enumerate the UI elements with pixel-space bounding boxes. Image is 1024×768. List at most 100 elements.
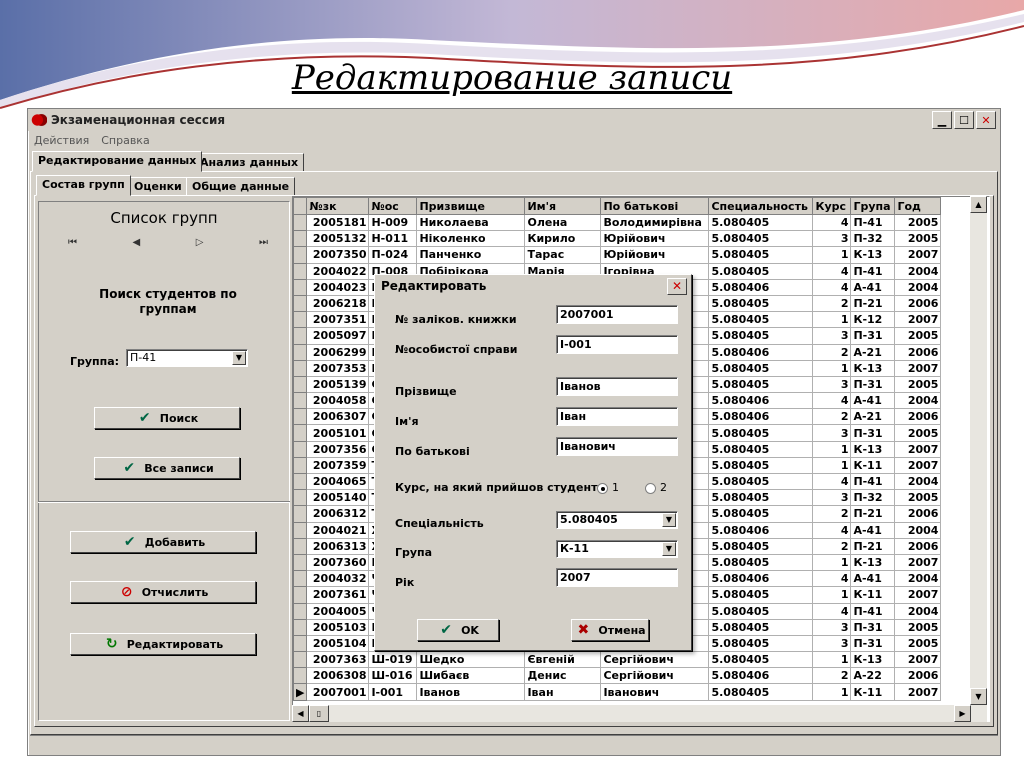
table-cell[interactable]: А-21 [850,408,896,426]
table-cell[interactable]: Н-009 [368,213,418,232]
table-cell[interactable]: А-41 [850,392,896,410]
vertical-scrollbar[interactable]: ▲ ▼ [970,196,987,722]
table-cell[interactable]: 1 [812,359,852,377]
table-cell[interactable]: 2005132 [306,230,370,248]
column-header[interactable]: Призвище [416,197,526,215]
table-cell[interactable]: П-32 [850,230,896,248]
tab-grades[interactable]: Оценки [128,177,188,196]
table-cell[interactable]: 2007001 [306,683,370,701]
table-cell[interactable]: Іванович [600,683,710,701]
table-cell[interactable]: Ніколенко [416,230,526,248]
scroll-thumb[interactable]: ▯ [309,705,329,722]
table-cell[interactable]: 2007350 [306,246,370,264]
table-cell[interactable]: А-41 [850,278,896,296]
column-header[interactable]: №ос [368,197,418,215]
table-cell[interactable]: 2007 [894,553,942,572]
group-select[interactable]: П-41 ▼ [126,349,248,367]
table-cell[interactable]: 5.080405 [708,440,814,458]
table-cell[interactable]: 5.080405 [708,586,814,604]
tab-edit-data[interactable]: Редактирование данных [32,151,203,172]
table-cell[interactable]: 2004023 [306,278,370,296]
table-cell[interactable]: Кирило [524,230,602,248]
table-cell[interactable]: 2004 [894,570,942,588]
table-row[interactable]: 2007350 П-024 Панченко Тарас Юрійович 5.08040… [293,246,942,264]
chevron-down-icon[interactable]: ▼ [232,351,246,365]
table-cell[interactable]: 5.080406 [708,570,814,588]
row-indicator[interactable] [293,327,308,345]
table-cell[interactable]: Ш-016 [368,667,418,685]
specialty-select[interactable]: 5.080405 ▼ [556,511,678,529]
table-cell[interactable]: 2006312 [306,505,370,523]
table-cell[interactable]: 2004022 [306,262,370,280]
table-cell[interactable]: 5.080405 [708,602,814,620]
add-button[interactable]: ✔ Добавить [70,531,256,553]
table-cell[interactable]: 2005097 [306,327,370,345]
table-cell[interactable]: 1 [812,456,852,475]
table-cell[interactable]: К-11 [850,586,896,604]
table-cell[interactable]: 2005 [894,618,942,636]
table-cell[interactable]: К-13 [850,553,896,572]
table-cell[interactable]: П-31 [850,424,896,442]
table-cell[interactable]: 5.080406 [708,392,814,410]
table-cell[interactable]: 1 [812,246,852,264]
table-cell[interactable]: Юрійович [600,230,710,248]
table-cell[interactable]: 2005139 [306,375,370,394]
personal-file-input[interactable]: І-001 [556,335,678,354]
table-cell[interactable]: Н-011 [368,230,418,248]
tab-groups[interactable]: Состав групп [36,175,131,196]
table-cell[interactable]: 1 [812,553,852,572]
chevron-down-icon[interactable]: ▼ [662,542,676,556]
table-cell[interactable]: 2007360 [306,553,370,572]
table-cell[interactable]: 2007359 [306,456,370,475]
table-cell[interactable]: 2006307 [306,408,370,426]
table-cell[interactable]: П-024 [368,246,418,264]
scroll-down-icon[interactable]: ▼ [970,688,987,705]
table-cell[interactable]: К-13 [850,440,896,458]
table-cell[interactable]: 4 [812,392,852,410]
row-indicator[interactable] [293,408,308,426]
table-cell[interactable]: 5.080405 [708,537,814,555]
table-cell[interactable]: 2005 [894,327,942,345]
table-cell[interactable]: 2006313 [306,537,370,555]
table-cell[interactable]: 2004 [894,602,942,620]
table-cell[interactable]: Іван [524,683,602,701]
table-cell[interactable]: 2007 [894,440,942,458]
surname-input[interactable]: Іванов [556,377,678,396]
table-cell[interactable]: 5.080405 [708,683,814,701]
table-cell[interactable]: 2004 [894,521,942,539]
table-cell[interactable]: 5.080406 [708,408,814,426]
menu-help[interactable]: Справка [101,134,149,147]
table-cell[interactable]: 2007361 [306,586,370,604]
table-cell[interactable]: 5.080405 [708,375,814,394]
row-indicator[interactable] [293,667,308,685]
table-cell[interactable]: 2005 [894,424,942,442]
table-cell[interactable]: 2005104 [306,634,370,653]
table-cell[interactable]: 2007 [894,651,942,669]
table-cell[interactable]: Денис [524,667,602,685]
scroll-left-icon[interactable]: ◀ [292,705,309,722]
table-cell[interactable]: 5.080406 [708,278,814,296]
table-cell[interactable]: П-21 [850,505,896,523]
row-indicator[interactable] [293,505,308,523]
row-indicator[interactable]: ▶ [293,683,308,701]
table-cell[interactable]: 5.080405 [708,213,814,232]
table-cell[interactable]: П-31 [850,327,896,345]
table-cell[interactable]: 2 [812,408,852,426]
row-indicator[interactable] [293,456,308,475]
row-indicator[interactable] [293,294,308,313]
table-cell[interactable]: А-41 [850,521,896,539]
table-cell[interactable]: П-21 [850,537,896,555]
table-cell[interactable]: 5.080405 [708,327,814,345]
last-record-icon[interactable]: ⏭ [259,237,268,248]
all-records-button[interactable]: ✔ Все записи [94,457,240,479]
table-cell[interactable]: 2005 [894,489,942,507]
maximize-button[interactable]: ☐ [954,111,974,129]
table-cell[interactable]: 3 [812,230,852,248]
table-cell[interactable]: К-12 [850,311,896,329]
table-cell[interactable]: 2006 [894,667,942,685]
row-indicator[interactable] [293,489,308,507]
table-cell[interactable]: 2006218 [306,294,370,313]
table-cell[interactable]: 2004058 [306,392,370,410]
cancel-button[interactable]: ✖ Отмена [571,619,649,641]
table-cell[interactable]: 2 [812,505,852,523]
